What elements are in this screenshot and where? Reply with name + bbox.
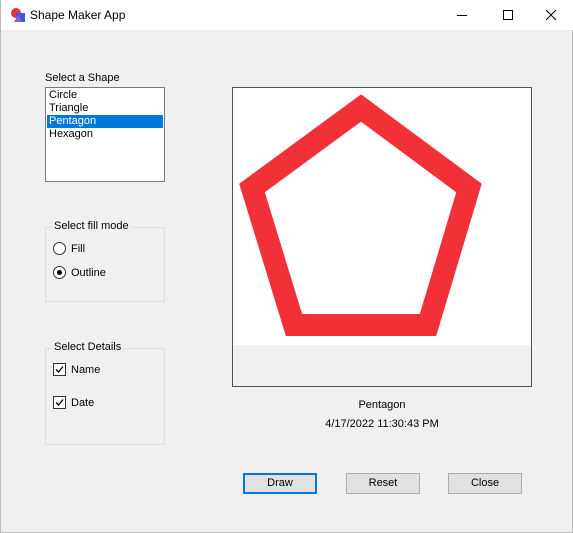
reset-button[interactable]: Reset — [346, 473, 420, 494]
date-caption: 4/17/2022 11:30:43 PM — [325, 418, 439, 430]
fill-mode-group: Select fill mode Fill Outline — [45, 220, 165, 302]
shape-list-label: Select a Shape — [45, 72, 120, 84]
name-checkbox-label: Name — [71, 364, 101, 376]
outline-radio-label: Outline — [71, 267, 106, 279]
canvas-drawing — [233, 88, 531, 386]
maximize-icon — [503, 10, 513, 20]
outline-radio[interactable] — [53, 266, 66, 279]
list-item-circle[interactable]: Circle — [47, 89, 163, 102]
canvas-background-strip — [233, 345, 531, 386]
checkmark-icon — [55, 399, 64, 406]
app-icon — [10, 7, 26, 23]
fill-radio-label: Fill — [71, 243, 86, 255]
checkmark-icon — [55, 366, 64, 373]
canvas-background-right — [490, 88, 531, 345]
details-label: Select Details — [52, 341, 124, 353]
minimize-icon — [457, 15, 467, 16]
date-checkbox[interactable] — [53, 396, 66, 409]
fill-mode-label: Select fill mode — [52, 220, 131, 232]
name-checkbox[interactable] — [53, 363, 66, 376]
app-window: Shape Maker App Select a Shape Circle Tr… — [0, 0, 573, 533]
shape-listbox[interactable]: Circle Triangle Pentagon Hexagon — [45, 87, 165, 182]
shape-name-caption: Pentagon — [358, 399, 406, 411]
close-window-button[interactable] — [528, 0, 573, 30]
close-icon — [545, 9, 557, 21]
list-item-hexagon[interactable]: Hexagon — [47, 128, 163, 141]
window-title: Shape Maker App — [30, 8, 126, 22]
maximize-button[interactable] — [485, 0, 531, 30]
title-bar[interactable]: Shape Maker App — [1, 0, 573, 30]
fill-radio[interactable] — [53, 242, 66, 255]
minimize-button[interactable] — [439, 0, 485, 30]
list-item-triangle[interactable]: Triangle — [47, 102, 163, 115]
date-checkbox-label: Date — [71, 397, 95, 409]
drawing-canvas — [232, 87, 532, 387]
draw-button[interactable]: Draw — [243, 473, 317, 494]
pentagon-shape — [239, 94, 482, 336]
details-group: Select Details Name Date — [45, 341, 165, 445]
close-button[interactable]: Close — [448, 473, 522, 494]
list-item-pentagon[interactable]: Pentagon — [47, 115, 163, 128]
